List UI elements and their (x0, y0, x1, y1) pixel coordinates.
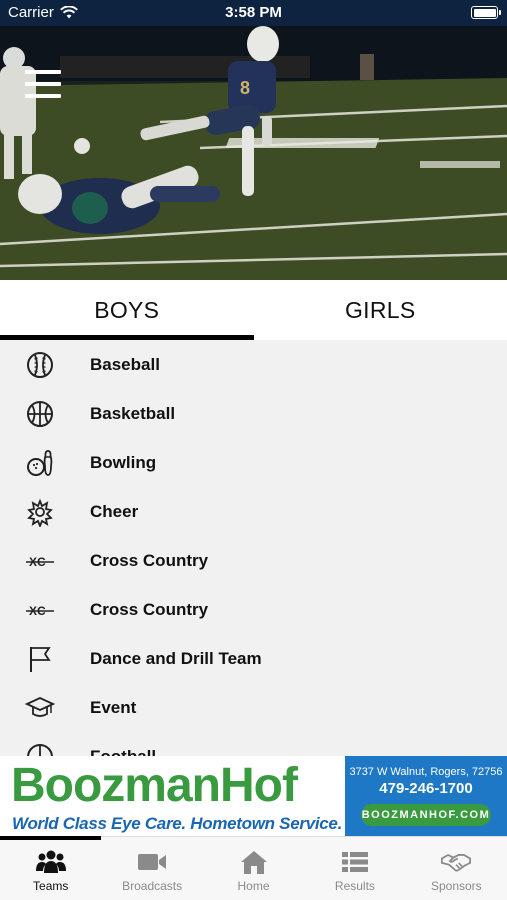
tab-girls[interactable]: GIRLS (254, 280, 507, 340)
bowling-icon (0, 448, 90, 478)
sport-label: Bowling (90, 452, 157, 472)
sport-label: Basketball (90, 403, 176, 423)
ad-brand-logo: BoozmanHof (11, 759, 298, 812)
tab-broadcasts-label: Broadcasts (122, 879, 183, 893)
tab-results-label: Results (334, 879, 375, 893)
svg-text:8: 8 (240, 78, 250, 98)
status-bar: Carrier 3:58 PM (0, 0, 507, 26)
menu-button[interactable] (25, 70, 61, 98)
sport-item-bowling[interactable]: Bowling (0, 438, 507, 487)
tab-results[interactable]: Results (304, 837, 405, 900)
sport-item-football[interactable]: Football (0, 732, 507, 756)
sports-list[interactable]: Baseball Basketball Bowling Cheer XC Cro… (0, 340, 507, 756)
sponsor-ad-banner[interactable]: BoozmanHof World Class Eye Care. Hometow… (0, 756, 507, 836)
sport-item-cross-country[interactable]: XC Cross Country (0, 585, 507, 634)
football-action-photo: 8 (0, 26, 507, 280)
ad-address: 3737 W Walnut, Rogers, 72756 (349, 766, 503, 778)
baseball-icon (0, 350, 90, 380)
sport-label: Football (90, 746, 157, 757)
bottom-tab-bar: Teams Broadcasts Home Results Sponsors (0, 836, 507, 900)
sport-label: Baseball (90, 354, 160, 374)
tab-boys-label: BOYS (94, 296, 160, 323)
tab-teams[interactable]: Teams (0, 837, 101, 900)
sport-item-dance-drill[interactable]: Dance and Drill Team (0, 634, 507, 683)
list-icon (341, 852, 368, 872)
basketball-icon (0, 399, 90, 429)
sport-item-basketball[interactable]: Basketball (0, 389, 507, 438)
xc-icon: XC (0, 595, 90, 625)
sport-label: Cheer (90, 501, 139, 521)
tab-home[interactable]: Home (203, 837, 304, 900)
ad-contact-panel: 3737 W Walnut, Rogers, 72756 479-246-170… (345, 756, 507, 836)
team-icon (35, 850, 66, 873)
sport-item-baseball[interactable]: Baseball (0, 340, 507, 389)
sport-item-event[interactable]: Event (0, 683, 507, 732)
sport-item-cheer[interactable]: Cheer (0, 487, 507, 536)
hero-image: 8 (0, 26, 507, 280)
sport-label: Event (90, 697, 137, 717)
football-icon (0, 742, 90, 756)
sport-label: Cross Country (90, 599, 209, 619)
sport-item-cross-country[interactable]: XC Cross Country (0, 536, 507, 585)
battery-icon (471, 6, 501, 19)
tab-home-label: Home (237, 879, 270, 893)
handshake-icon (441, 853, 472, 872)
ad-tagline: World Class Eye Care. Hometown Service. (12, 814, 343, 833)
tab-boys[interactable]: BOYS (0, 280, 254, 340)
ad-url: BOOZMANHOF.COM (361, 804, 491, 826)
ad-phone: 479-246-1700 (379, 780, 473, 797)
pom-pom-icon (0, 497, 90, 527)
flag-icon (0, 644, 90, 674)
gender-tabs: BOYS GIRLS (0, 280, 507, 340)
clock: 3:58 PM (225, 4, 282, 21)
tab-girls-label: GIRLS (344, 296, 416, 323)
home-icon (240, 851, 267, 874)
sport-label: Cross Country (90, 550, 209, 570)
tab-broadcasts[interactable]: Broadcasts (101, 837, 202, 900)
tab-sponsors[interactable]: Sponsors (406, 837, 507, 900)
tab-bar-indicator (0, 836, 101, 840)
tab-sponsors-label: Sponsors (430, 879, 482, 893)
graduation-cap-icon (0, 693, 90, 723)
sport-label: Dance and Drill Team (90, 648, 262, 668)
tab-teams-label: Teams (33, 879, 69, 893)
video-camera-icon (138, 854, 167, 870)
xc-icon: XC (0, 546, 90, 576)
